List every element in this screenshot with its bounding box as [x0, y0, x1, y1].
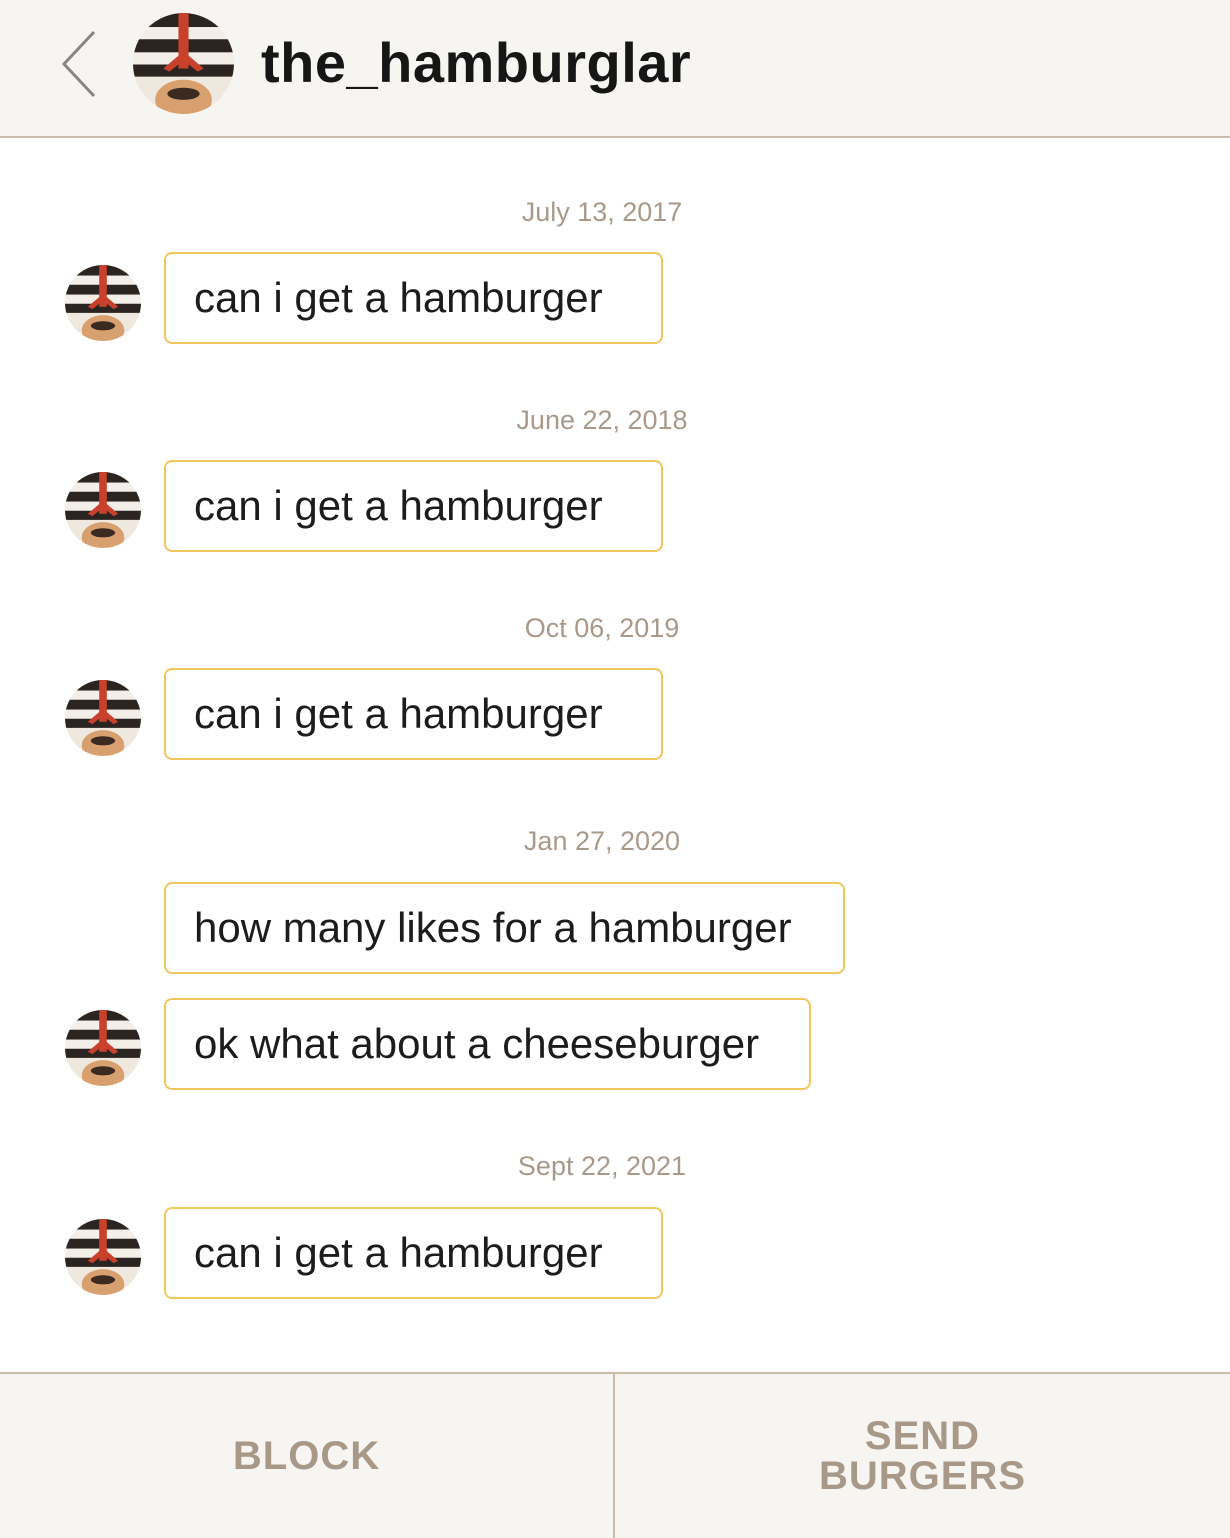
- chat-username[interactable]: the_hamburglar: [261, 28, 691, 98]
- hamburglar-avatar-icon: [65, 1219, 141, 1295]
- send-burgers-label-line1: SEND: [864, 1414, 981, 1458]
- message-date: Oct 06, 2019: [524, 613, 680, 643]
- hamburglar-avatar-icon: [65, 265, 141, 341]
- message-bubble[interactable]: can i get a hamburger: [164, 252, 663, 344]
- message-date: July 13, 2017: [521, 197, 683, 227]
- message-date: Jan 27, 2020: [523, 826, 681, 856]
- avatar[interactable]: [65, 472, 141, 548]
- block-button[interactable]: BLOCK: [0, 1374, 613, 1538]
- chevron-left-icon: [61, 30, 96, 98]
- avatar[interactable]: [65, 680, 141, 756]
- message-bubble[interactable]: can i get a hamburger: [164, 1207, 663, 1299]
- hamburglar-avatar-icon: [65, 1010, 141, 1086]
- hamburglar-avatar-icon: [133, 13, 234, 114]
- message-date: Sept 22, 2021: [517, 1151, 687, 1181]
- send-burgers-button[interactable]: SEND BURGERS: [615, 1374, 1230, 1538]
- hamburglar-avatar-icon: [65, 680, 141, 756]
- chat-screen: the_hamburglar July 13, 2017 can i get a…: [0, 0, 1230, 1538]
- message-bubble[interactable]: ok what about a cheeseburger: [164, 998, 811, 1090]
- back-button[interactable]: [52, 26, 108, 102]
- hamburglar-avatar-icon: [65, 472, 141, 548]
- avatar[interactable]: [65, 1219, 141, 1295]
- avatar[interactable]: [65, 1010, 141, 1086]
- avatar[interactable]: [65, 265, 141, 341]
- action-bar: BLOCK SEND BURGERS: [0, 1372, 1230, 1538]
- message-date: June 22, 2018: [516, 405, 688, 435]
- avatar[interactable]: [133, 13, 234, 114]
- message-bubble[interactable]: can i get a hamburger: [164, 668, 663, 760]
- send-burgers-label-line2: BURGERS: [818, 1454, 1027, 1498]
- message-bubble[interactable]: how many likes for a hamburger: [164, 882, 845, 974]
- chat-header: the_hamburglar: [0, 0, 1230, 138]
- message-bubble[interactable]: can i get a hamburger: [164, 460, 663, 552]
